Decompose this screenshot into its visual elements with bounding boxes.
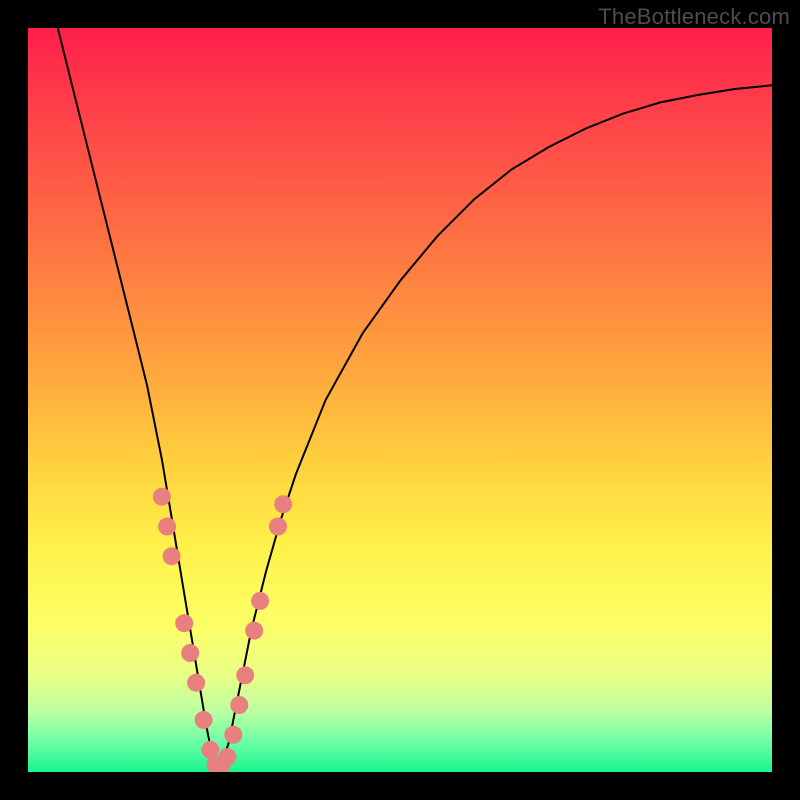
plot-area [28,28,772,772]
data-marker [251,592,269,610]
data-marker [181,644,199,662]
watermark-text: TheBottleneck.com [598,4,790,30]
data-marker [224,726,242,744]
bottleneck-curve [58,28,772,765]
data-marker [163,547,181,565]
data-marker [245,622,263,640]
data-marker [187,674,205,692]
data-marker [195,711,213,729]
data-marker [269,518,287,536]
data-marker [230,696,248,714]
data-marker [153,488,171,506]
marker-group [153,488,292,772]
data-marker [158,518,176,536]
data-marker [218,748,236,766]
chart-overlay [28,28,772,772]
data-marker [175,614,193,632]
data-marker [274,495,292,513]
data-marker [236,666,254,684]
chart-frame: TheBottleneck.com [0,0,800,800]
